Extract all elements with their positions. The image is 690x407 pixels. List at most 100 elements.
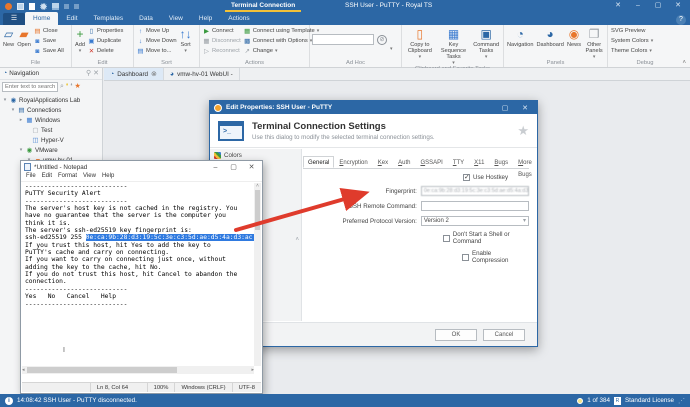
dialog-close-icon[interactable]: ✕ bbox=[517, 104, 533, 112]
dialog-tab-tty[interactable]: TTY bbox=[448, 156, 469, 168]
cancel-button[interactable]: Cancel bbox=[483, 329, 525, 341]
pin-icon[interactable]: ⚲ bbox=[86, 70, 91, 78]
connect-using-template-button[interactable]: ▦Connect using Template bbox=[243, 26, 321, 36]
dialog-tab-auth[interactable]: Auth bbox=[393, 156, 415, 168]
tab-data[interactable]: Data bbox=[131, 12, 161, 25]
menu-file[interactable]: File bbox=[26, 173, 36, 181]
redo-icon[interactable] bbox=[74, 4, 79, 9]
dashboard-panel-button[interactable]: ◕Dashboard bbox=[535, 26, 564, 60]
dialog-maximize-icon[interactable]: ▢ bbox=[497, 104, 513, 112]
connect-button[interactable]: ▶Connect bbox=[202, 26, 242, 36]
move-up-button[interactable]: ↑Move Up bbox=[136, 26, 178, 36]
command-tasks-button[interactable]: ▣Command Tasks bbox=[471, 26, 501, 66]
move-to-button[interactable]: ▤Move to... bbox=[136, 46, 178, 56]
encoding[interactable]: UTF-8 bbox=[232, 383, 261, 392]
delete-button[interactable]: ✕Delete bbox=[87, 46, 124, 56]
undo-icon[interactable] bbox=[64, 4, 69, 9]
menu-view[interactable]: View bbox=[83, 173, 96, 181]
close-icon[interactable]: ✕ bbox=[668, 0, 688, 12]
dialog-tab-x11[interactable]: X11 bbox=[469, 156, 489, 168]
dialog-titlebar[interactable]: Edit Properties: SSH User - PuTTY ▢ ✕ bbox=[210, 101, 537, 114]
move-down-button[interactable]: ↓Move Down bbox=[136, 36, 178, 46]
zoom-level[interactable]: 100% bbox=[147, 383, 175, 392]
notepad-horizontal-scrollbar[interactable]: ◂▸ bbox=[22, 366, 254, 374]
tree-item-windows[interactable]: ▸▦Windows bbox=[0, 115, 102, 125]
tree-item-connections[interactable]: ▾▤Connections bbox=[0, 105, 102, 115]
new-button[interactable]: ▱New bbox=[2, 26, 15, 60]
app-menu-button[interactable]: ☰ bbox=[3, 13, 25, 25]
reconnect-button[interactable]: ▷Reconnect bbox=[202, 46, 242, 56]
menu-edit[interactable]: Edit bbox=[42, 173, 52, 181]
duplicate-button[interactable]: ▣Duplicate bbox=[87, 36, 124, 46]
notepad-titlebar[interactable]: *Untitled - Notepad – ▢ ✕ bbox=[21, 161, 262, 173]
tab-home[interactable]: Home bbox=[25, 12, 58, 25]
tab-help[interactable]: Help bbox=[191, 12, 220, 25]
theme-colors-button[interactable]: Theme Colors bbox=[610, 46, 654, 56]
close-secondary-icon[interactable]: ✕ bbox=[608, 0, 628, 12]
news-panel-button[interactable]: ◉News bbox=[566, 26, 582, 60]
close-button[interactable]: ▤Close bbox=[33, 26, 65, 36]
add-button[interactable]: +Add bbox=[74, 26, 86, 60]
bulb-on-icon[interactable]: ❛ bbox=[66, 83, 68, 91]
svg-preview-button[interactable]: SVG Preview bbox=[610, 26, 654, 36]
ssh-remote-command-field[interactable] bbox=[421, 201, 529, 211]
properties-button[interactable]: ▯Properties bbox=[87, 26, 124, 36]
notepad-vertical-scrollbar[interactable]: ˄ bbox=[254, 183, 261, 366]
copy-to-clipboard-button[interactable]: ▯Copy to Clipboard bbox=[404, 26, 436, 66]
dialog-tab-gssapi[interactable]: GSSAPI bbox=[415, 156, 447, 168]
help-icon[interactable]: ? bbox=[676, 15, 686, 25]
context-ribbon-group[interactable]: Terminal Connection bbox=[225, 1, 301, 12]
enable-compression-checkbox[interactable] bbox=[462, 254, 469, 261]
tree-item-vmware[interactable]: ▾◉VMware bbox=[0, 145, 102, 155]
bulb-off-icon[interactable]: ❛ bbox=[70, 83, 72, 91]
selected-fingerprint[interactable]: 0e:ca:9b:28:d3:19:5c:3e:c3:5d:ae:d5:4a:d… bbox=[86, 234, 254, 241]
tree-item-hyperv[interactable]: ◫Hyper-V bbox=[0, 135, 102, 145]
menu-format[interactable]: Format bbox=[58, 173, 77, 181]
tree-item-test[interactable]: ▢Test bbox=[0, 125, 102, 135]
save-all-button[interactable]: ◙Save All bbox=[33, 46, 65, 56]
dialog-tab-general[interactable]: General bbox=[303, 156, 334, 168]
tab-close-icon[interactable]: ⊗ bbox=[151, 70, 157, 78]
tab-templates[interactable]: Templates bbox=[86, 12, 132, 25]
new-document-icon[interactable] bbox=[29, 3, 35, 10]
notepad-close-icon[interactable]: ✕ bbox=[244, 163, 259, 171]
fingerprint-line[interactable]: ssh-ed25519 255 0e:ca:9b:28:d3:19:5c:3e:… bbox=[22, 234, 254, 241]
dialog-tab-more-bugs[interactable]: More Bugs bbox=[513, 156, 537, 168]
notepad-text-area[interactable]: --------------------------- PuTTY Securi… bbox=[22, 183, 254, 366]
open-button[interactable]: ▰Open bbox=[16, 26, 32, 60]
doc-tab-vmw-hv-01-webui[interactable]: ◕ vmw-hv-01 WebUI - bbox=[164, 68, 240, 80]
disconnect-button[interactable]: ▦Disconnect bbox=[202, 36, 242, 46]
favorite-star-icon[interactable]: ★ bbox=[517, 123, 529, 139]
change-button[interactable]: ↗Change bbox=[243, 46, 321, 56]
sort-button[interactable]: ↑↓Sort bbox=[179, 26, 193, 60]
display-icon[interactable] bbox=[52, 3, 59, 10]
system-colors-button[interactable]: System Colors bbox=[610, 36, 654, 46]
tips-bulb-icon[interactable] bbox=[577, 398, 583, 404]
app-logo-icon[interactable] bbox=[5, 3, 12, 10]
search-input[interactable] bbox=[2, 82, 58, 92]
resize-grip[interactable]: ⋰ bbox=[678, 397, 685, 405]
favorites-star-icon[interactable]: ★ bbox=[74, 83, 80, 91]
sidebar-scroll-up-icon[interactable]: ˄ bbox=[295, 237, 299, 243]
tree-item-lab[interactable]: ▾◉RoyalApplications Lab bbox=[0, 95, 102, 105]
minimize-icon[interactable]: – bbox=[628, 0, 648, 12]
fingerprint-field[interactable]: 0e:ca:9b:28:d3:19:5c:3e:c3:5d:ae:d5:4a:d… bbox=[421, 186, 529, 196]
use-hostkey-checkbox[interactable] bbox=[463, 174, 470, 181]
notepad-minimize-icon[interactable]: – bbox=[208, 164, 223, 171]
adhoc-input[interactable] bbox=[312, 34, 374, 45]
adhoc-connect-icon[interactable]: ⊘ bbox=[377, 35, 387, 45]
dialog-tab-kex[interactable]: Kex bbox=[373, 156, 393, 168]
ok-button[interactable]: OK bbox=[435, 329, 477, 341]
settings-gear-icon[interactable] bbox=[40, 3, 47, 10]
tab-actions[interactable]: Actions bbox=[220, 12, 257, 25]
save-icon[interactable] bbox=[17, 3, 24, 10]
notepad-maximize-icon[interactable]: ▢ bbox=[226, 163, 241, 171]
adhoc-dropdown-icon[interactable] bbox=[390, 37, 393, 60]
tab-edit[interactable]: Edit bbox=[58, 12, 85, 25]
panel-close-icon[interactable]: ✕ bbox=[93, 70, 99, 78]
protocol-version-select[interactable]: Version 2▾ bbox=[421, 216, 529, 226]
doc-tab-dashboard[interactable]: ◔ Dashboard ⊗ bbox=[104, 68, 164, 80]
ribbon-collapse-icon[interactable]: ˄ bbox=[682, 60, 686, 66]
menu-help[interactable]: Help bbox=[102, 173, 114, 181]
other-panels-button[interactable]: ❐Other Panels bbox=[583, 26, 605, 60]
